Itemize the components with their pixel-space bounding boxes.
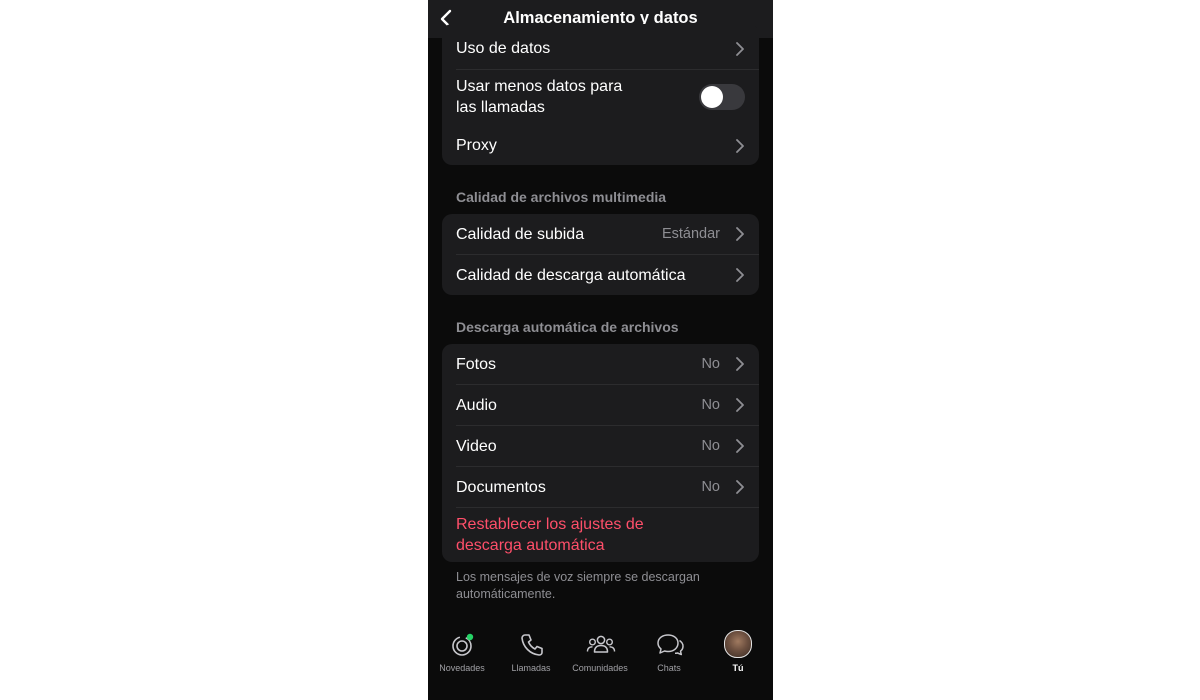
auto-download-documents-label: Documentos <box>456 479 546 496</box>
chevron-right-icon <box>736 139 744 153</box>
tab-llamadas[interactable]: Llamadas <box>496 630 566 680</box>
data-usage-label: Uso de datos <box>456 40 551 57</box>
chevron-right-icon <box>736 398 744 412</box>
tab-chats[interactable]: Chats <box>634 630 704 680</box>
auto-download-photos-row[interactable]: Fotos No <box>442 344 759 384</box>
auto-download-audio-value: No <box>701 397 720 413</box>
auto-download-audio-row[interactable]: Audio No <box>442 385 759 425</box>
reset-auto-download-label-line2: descarga automática <box>456 537 605 554</box>
auto-download-documents-value: No <box>701 479 720 495</box>
upload-quality-value: Estándar <box>661 226 720 242</box>
chevron-right-icon <box>736 357 744 371</box>
auto-download-quality-row[interactable]: Calidad de descarga automática <box>442 255 759 295</box>
status-icon <box>452 633 474 656</box>
communities-icon <box>586 635 616 653</box>
tab-comunidades[interactable]: Comunidades <box>565 630 635 680</box>
tab-comunidades-label: Comunidades <box>572 663 628 673</box>
reset-auto-download-label-line1: Restablecer los ajustes de <box>456 516 644 533</box>
auto-download-photos-label: Fotos <box>456 356 497 373</box>
data-usage-row[interactable]: Uso de datos <box>442 24 759 69</box>
chevron-right-icon <box>736 42 744 56</box>
auto-download-audio-label: Audio <box>456 397 497 414</box>
less-data-calls-label-line2: las llamadas <box>456 99 545 116</box>
tab-tu-label: Tú <box>732 663 744 673</box>
auto-download-video-value: No <box>701 438 720 454</box>
auto-download-documents-row[interactable]: Documentos No <box>442 467 759 507</box>
tab-novedades[interactable]: Novedades <box>428 630 497 680</box>
media-quality-group: Calidad de subida Estándar Calidad de de… <box>442 214 759 295</box>
less-data-calls-row: Usar menos datos para las llamadas <box>442 70 759 126</box>
proxy-label: Proxy <box>456 137 497 154</box>
row-divider <box>456 507 759 508</box>
chevron-right-icon <box>736 268 744 282</box>
auto-download-video-label: Video <box>456 438 497 455</box>
toggle-knob <box>701 86 723 108</box>
tab-chats-label: Chats <box>657 663 681 673</box>
auto-download-quality-label: Calidad de descarga automática <box>456 267 686 284</box>
chats-icon <box>657 634 684 656</box>
chevron-right-icon <box>736 227 744 241</box>
auto-download-photos-value: No <box>701 356 720 372</box>
auto-download-group: Fotos No Audio No Video No Documentos No <box>442 344 759 562</box>
media-quality-section-title: Calidad de archivos multimedia <box>456 189 667 205</box>
proxy-row[interactable]: Proxy <box>442 126 759 165</box>
phone-icon <box>521 634 543 656</box>
chevron-right-icon <box>736 439 744 453</box>
network-settings-group: Uso de datos Usar menos datos para las l… <box>442 24 759 165</box>
tab-tu[interactable]: Tú <box>703 630 773 680</box>
tab-novedades-label: Novedades <box>439 663 485 673</box>
phone-screen: Almacenamiento y datos Uso de datos Usar… <box>428 0 773 700</box>
chevron-right-icon <box>736 480 744 494</box>
reset-auto-download-button[interactable]: Restablecer los ajustes de descarga auto… <box>456 514 686 556</box>
upload-quality-row[interactable]: Calidad de subida Estándar <box>442 214 759 254</box>
upload-quality-label: Calidad de subida <box>456 226 585 243</box>
avatar <box>724 630 752 658</box>
less-data-calls-toggle[interactable] <box>699 84 745 110</box>
auto-download-section-title: Descarga automática de archivos <box>456 319 679 335</box>
tab-bar: Novedades Llamadas Comunidades Chats Tú <box>428 620 773 700</box>
auto-download-video-row[interactable]: Video No <box>442 426 759 466</box>
tab-llamadas-label: Llamadas <box>511 663 551 673</box>
voice-messages-footnote: Los mensajes de voz siempre se descargan… <box>456 570 700 601</box>
less-data-calls-label-line1: Usar menos datos para <box>456 78 623 95</box>
